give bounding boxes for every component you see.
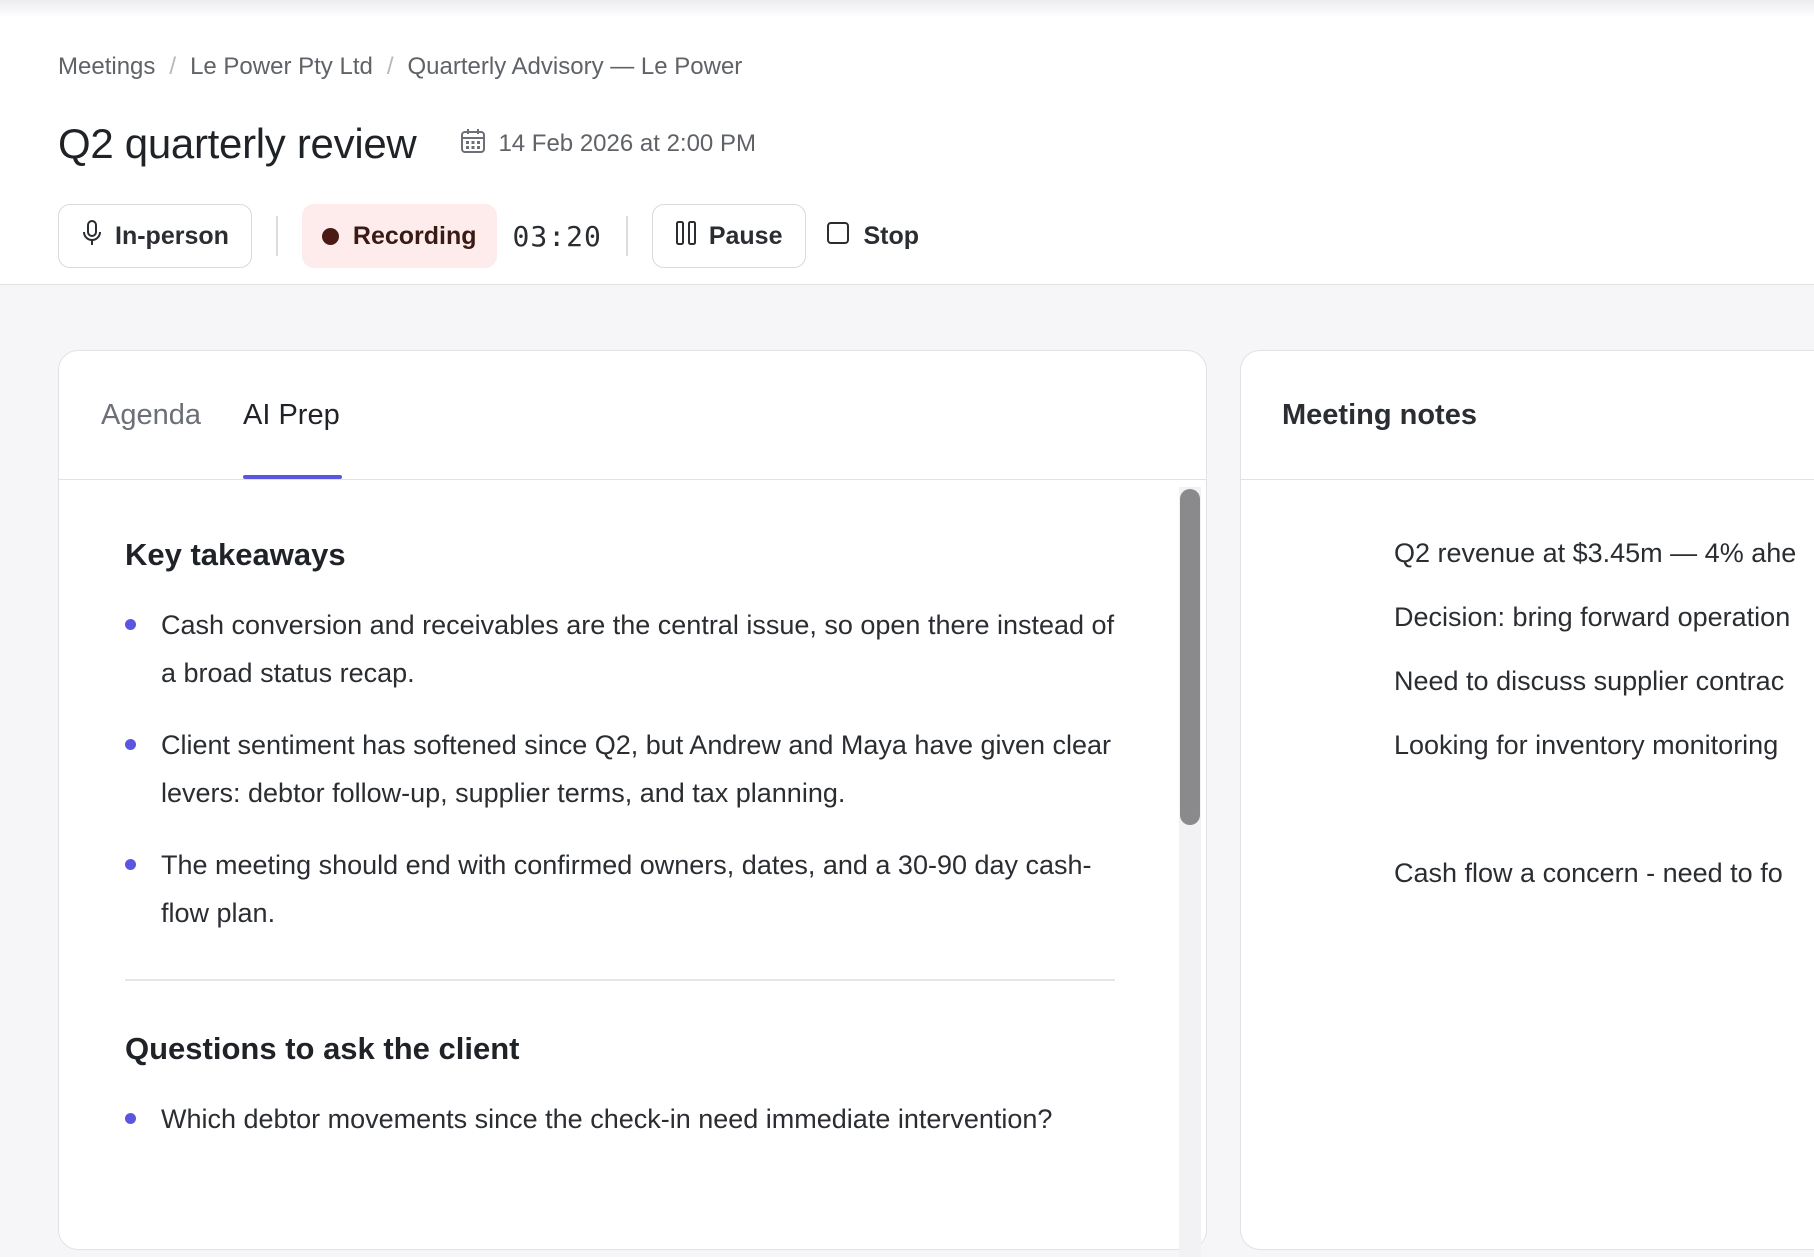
pause-icon — [675, 220, 697, 253]
key-takeaways-heading: Key takeaways — [125, 537, 346, 572]
questions-list: Which debtor movements since the check-i… — [125, 1095, 1115, 1143]
prep-panel: Agenda AI Prep Key takeaways Cash conver… — [58, 350, 1207, 1257]
tab-ai-prep[interactable]: AI Prep — [243, 399, 340, 432]
section-divider — [125, 979, 1115, 981]
pause-button[interactable]: Pause — [651, 204, 806, 268]
meeting-mode-button[interactable]: In-person — [58, 204, 252, 268]
stop-button[interactable]: Stop — [826, 221, 920, 252]
list-item: Client sentiment has softened since Q2, … — [125, 721, 1115, 817]
recording-label: Recording — [352, 221, 477, 250]
list-item-text: Cash conversion and receivables are the … — [161, 610, 1115, 688]
top-shadow — [0, 0, 1814, 18]
meeting-notes-title: Meeting notes — [1282, 399, 1477, 431]
breadcrumb-meetings[interactable]: Meetings — [58, 53, 155, 81]
questions-heading: Questions to ask the client — [125, 1031, 520, 1066]
stop-icon — [826, 221, 850, 252]
list-item-text: The meeting should end with confirmed ow… — [161, 850, 1092, 928]
record-dot-icon — [321, 227, 339, 245]
page-title: Q2 quarterly review — [58, 120, 417, 167]
breadcrumb-separator: / — [169, 53, 177, 80]
recording-status-badge: Recording — [301, 204, 497, 268]
list-item: Cash conversion and receivables are the … — [125, 601, 1115, 697]
bullet-icon — [125, 859, 136, 870]
divider — [625, 216, 628, 256]
meeting-datetime: 14 Feb 2026 at 2:00 PM — [460, 127, 756, 162]
breadcrumb-series[interactable]: Quarterly Advisory — Le Power — [408, 53, 743, 81]
note-line[interactable]: Cash flow a concern - need to fo — [1394, 841, 1814, 905]
note-line[interactable]: Q2 revenue at $3.45m — 4% ahe — [1394, 521, 1814, 585]
ai-prep-content: Key takeaways Cash conversion and receiv… — [125, 537, 1115, 1167]
microphone-icon — [81, 219, 103, 254]
scrollbar-thumb[interactable] — [1180, 489, 1200, 825]
key-takeaways-list: Cash conversion and receivables are the … — [125, 601, 1115, 937]
meeting-datetime-text: 14 Feb 2026 at 2:00 PM — [498, 130, 756, 157]
list-item: Which debtor movements since the check-i… — [125, 1095, 1115, 1143]
bullet-icon — [125, 619, 136, 630]
list-item-text: Which debtor movements since the check-i… — [161, 1104, 1053, 1134]
meeting-notes-header: Meeting notes — [1241, 351, 1814, 480]
tab-agenda[interactable]: Agenda — [101, 399, 201, 432]
list-item-text: Client sentiment has softened since Q2, … — [161, 730, 1112, 808]
recording-timer: 03:20 — [512, 219, 602, 253]
pause-label: Pause — [708, 221, 783, 250]
breadcrumb: Meetings / Le Power Pty Ltd / Quarterly … — [58, 52, 742, 82]
breadcrumb-client[interactable]: Le Power Pty Ltd — [190, 53, 373, 81]
stop-label: Stop — [863, 221, 920, 250]
list-item: The meeting should end with confirmed ow… — [125, 841, 1115, 937]
panel-tabs: Agenda AI Prep — [59, 351, 1206, 480]
meeting-notes-editor[interactable]: Q2 revenue at $3.45m — 4% ahe Decision: … — [1394, 521, 1814, 905]
recording-controls: In-person Recording 03:20 Pause Stop — [58, 204, 919, 268]
divider — [275, 216, 278, 256]
breadcrumb-separator: / — [386, 53, 394, 80]
bullet-icon — [125, 1113, 136, 1124]
title-row: Q2 quarterly review 14 Feb 2026 at 2:00 … — [58, 116, 756, 172]
note-line[interactable]: Need to discuss supplier contrac — [1394, 649, 1814, 713]
page-header: Meetings / Le Power Pty Ltd / Quarterly … — [0, 0, 1814, 285]
note-line[interactable]: Decision: bring forward operation — [1394, 585, 1814, 649]
calendar-icon — [460, 127, 486, 162]
active-tab-indicator — [243, 475, 342, 479]
bullet-icon — [125, 739, 136, 750]
meeting-notes-panel: Meeting notes Q2 revenue at $3.45m — 4% … — [1240, 350, 1814, 1250]
note-line[interactable]: Looking for inventory monitoring — [1394, 713, 1814, 777]
meeting-mode-label: In-person — [115, 221, 229, 250]
